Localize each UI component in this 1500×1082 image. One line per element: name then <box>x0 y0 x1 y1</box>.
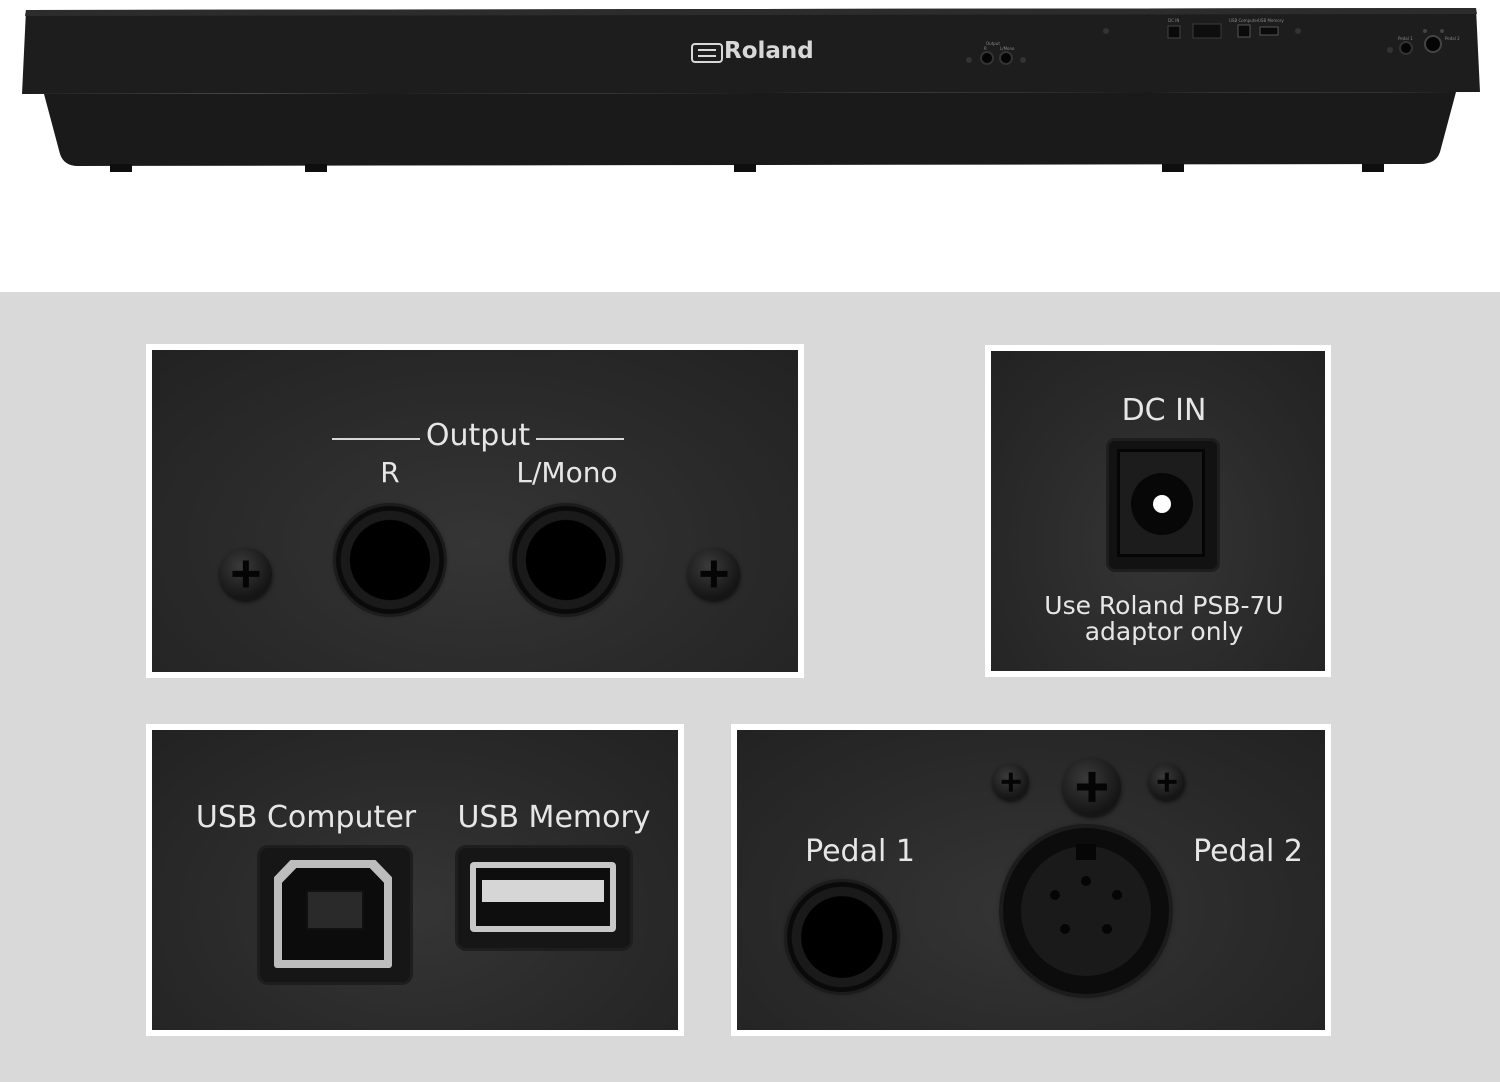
mount-screw-icon <box>688 548 740 600</box>
output-lmono-jack <box>512 506 620 614</box>
pedal-panel: Pedal 1 Pedal 2 <box>731 724 1331 1036</box>
output-title: Output <box>425 418 531 453</box>
mini-output-label: Output <box>986 41 1000 46</box>
usb-memory-label: USB Memory <box>457 800 651 835</box>
usb-memory-port <box>458 848 630 948</box>
mini-dcin-label: DC IN <box>1168 18 1180 23</box>
mount-screw-icon <box>220 548 272 600</box>
piano-rear-view: Roland Output R L/Mono DC IN USB Compute… <box>0 0 1500 292</box>
mini-usb-memory-label: USB Memory <box>1258 18 1284 23</box>
output-r-jack <box>336 506 444 614</box>
mini-r-label: R <box>984 46 987 51</box>
usb-computer-port <box>260 848 410 982</box>
mini-usb-computer-label: USB Computer <box>1229 18 1259 23</box>
dc-in-title: DC IN <box>1121 393 1207 428</box>
pedal2-din-socket <box>1003 828 1169 994</box>
dc-in-socket <box>1109 441 1217 569</box>
mount-screw-icon <box>993 764 1029 800</box>
pedal2-label: Pedal 2 <box>1193 834 1303 869</box>
usb-panel: USB Computer USB Memory <box>146 724 684 1036</box>
output-lmono-label: L/Mono <box>516 456 618 489</box>
mini-pedal2-label: Pedal 2 <box>1445 36 1460 41</box>
mini-pedal1-label: Pedal 1 <box>1398 36 1413 41</box>
output-rule-right <box>536 438 624 440</box>
output-r-label: R <box>380 456 400 489</box>
dc-in-note-line2: adaptor only <box>1084 617 1244 646</box>
output-rule-left <box>332 438 420 440</box>
mount-screw-icon <box>1063 758 1121 816</box>
usb-computer-label: USB Computer <box>195 800 417 835</box>
dc-in-panel: DC IN Use Roland PSB-7U adaptor only <box>985 345 1331 677</box>
output-panel: Output R L/Mono <box>146 344 804 678</box>
pedal1-jack <box>787 882 897 992</box>
mini-lmono-label: L/Mono <box>1000 46 1015 51</box>
pedal1-label: Pedal 1 <box>805 834 915 869</box>
brand-logo: Roland <box>724 38 814 64</box>
mount-screw-icon <box>1149 764 1185 800</box>
dc-in-note-line1: Use Roland PSB-7U <box>1044 591 1284 620</box>
